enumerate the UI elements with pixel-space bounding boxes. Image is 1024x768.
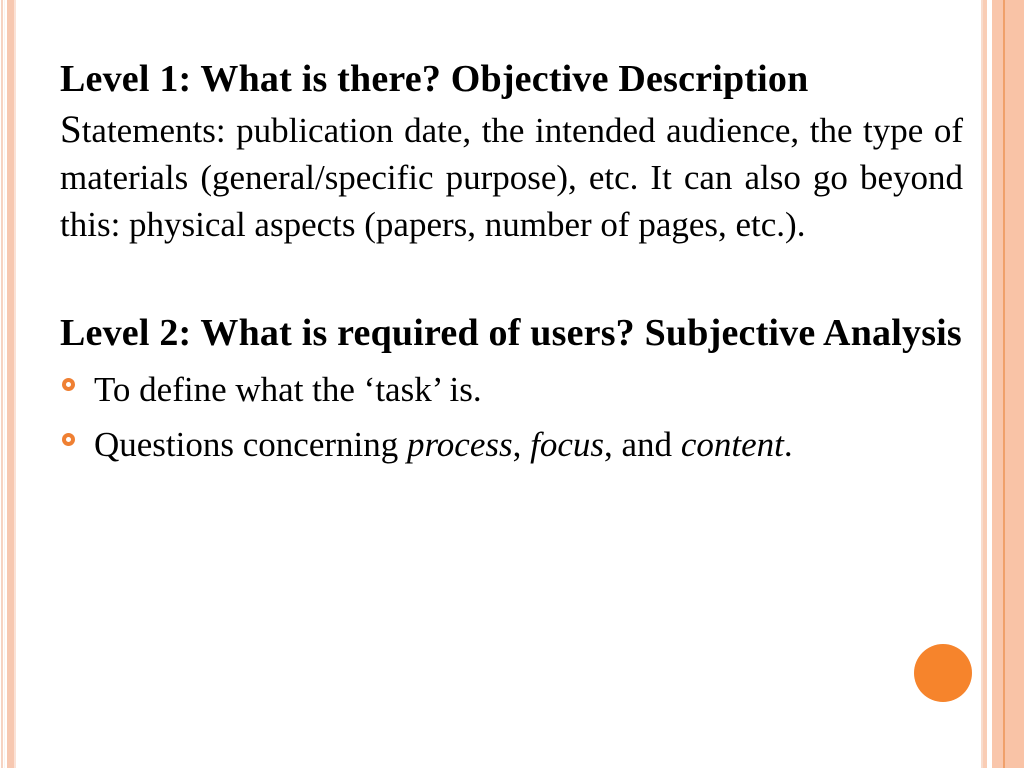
presentation-slide: Level 1: What is there? Objective Descri… [0,0,1024,768]
hollow-circle-bullet-icon [62,378,75,391]
left-edge-stripe-2 [4,0,5,768]
right-edge-stripe-3 [987,0,992,768]
left-edge-stripe-1 [1,0,3,768]
list-item-emphasis-content: content [680,425,784,464]
right-edge-stripe-4 [992,0,1003,768]
right-edge-stripe-2 [983,0,987,768]
paragraph-drop-cap: S [60,108,82,151]
list-item: To define what the ‘task’ is. [60,362,963,417]
right-edge-stripe-5 [1003,0,1005,768]
list-item-label-pre: Questions concerning [94,425,407,464]
list-item-emphasis-focus: focus [530,425,605,464]
level-2-bullet-list: To define what the ‘task’ is. Questions … [60,362,963,472]
right-edge-stripe-6 [1005,0,1024,768]
list-item-emphasis-process: process [406,425,513,464]
paragraph-body-text: tatements: publication date, the intende… [60,111,963,244]
list-item-label-post: . [783,425,793,464]
list-item: Questions concerning process, focus, and… [60,417,963,472]
level-1-heading: Level 1: What is there? Objective Descri… [60,58,809,100]
list-item-label: To define what the ‘task’ is. [94,370,482,409]
right-edge-stripe-1 [981,0,983,768]
level-1-body-paragraph: Statements: publication date, the intend… [60,106,963,248]
list-item-label-mid1: , [512,425,531,464]
level-2-heading: Level 2: What is required of users? Subj… [60,312,962,354]
left-edge-stripe-4 [14,0,16,768]
list-item-label-mid2: , and [604,425,681,464]
slide-content: Level 1: What is there? Objective Descri… [60,56,963,472]
left-edge-stripe-3 [7,0,14,768]
hollow-circle-bullet-icon [62,433,75,446]
orange-circle-decoration [914,644,972,702]
